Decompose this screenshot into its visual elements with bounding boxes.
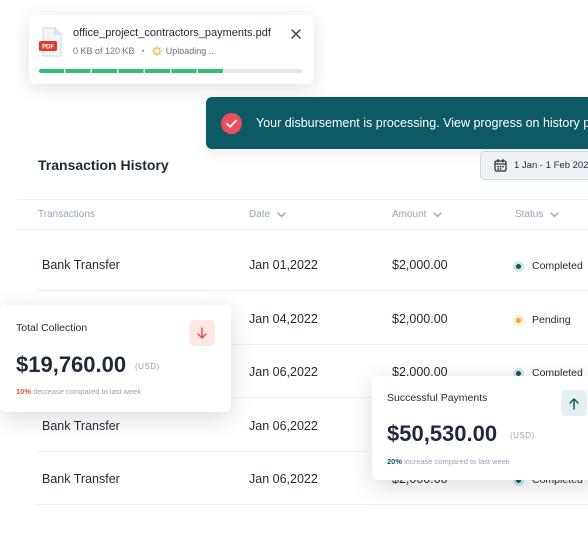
amount-cell: $2,000.00 [392, 312, 448, 326]
arrow-up-icon [569, 397, 579, 410]
toast-message: Your disbursement is processing. View pr… [256, 116, 588, 130]
successful-payments-card: Successful Payments $50,530.00 (USD) 20%… [372, 376, 588, 480]
date-range-label: 1 Jan - 1 Feb 2022 [514, 160, 588, 171]
stat-label: Total Collection [16, 322, 88, 334]
date-cell: Jan 06,2022 [249, 419, 318, 433]
transaction-cell: Bank Transfer [42, 258, 120, 272]
chevron-down-icon [550, 211, 560, 218]
page-title: Transaction History [38, 157, 169, 173]
table-row[interactable]: Bank Transfer Jan 01,2022 $2,000.00 Comp… [36, 237, 588, 291]
stat-change-note: 20% increase compared to last week [387, 457, 510, 466]
status-label: Completed [532, 260, 583, 272]
column-label: Amount [392, 209, 427, 220]
column-label: Date [249, 209, 271, 220]
upload-status: Uploading ... [165, 46, 217, 56]
stat-value: $50,530.00 [387, 421, 498, 446]
check-circle-icon [221, 112, 242, 134]
status-dot [513, 314, 524, 326]
date-cell: Jan 01,2022 [249, 258, 318, 272]
stat-value: $19,760.00 [16, 352, 127, 377]
date-cell: Jan 04,2022 [249, 312, 318, 326]
pdf-badge-text: PDF [42, 45, 54, 51]
arrow-down-icon [197, 326, 207, 339]
upload-meta: 0 KB of 120 KB • Uploading ... [73, 46, 216, 56]
date-cell: Jan 06,2022 [249, 472, 318, 486]
date-range-button[interactable]: 1 Jan - 1 Feb 2022 [480, 151, 588, 180]
amount-cell: $2,000.00 [392, 258, 448, 272]
column-date[interactable]: Date [249, 209, 286, 220]
spinner-icon [151, 46, 162, 56]
date-cell: Jan 06,2022 [249, 365, 318, 379]
chevron-down-icon [433, 211, 443, 218]
change-text: increase compared to last week [404, 457, 510, 466]
column-status[interactable]: Status [515, 209, 560, 220]
chevron-down-icon [277, 211, 286, 218]
change-text: decrease compared to last week [33, 387, 142, 396]
column-transactions: Transactions [38, 209, 95, 220]
pdf-file-icon: PDF [39, 27, 62, 57]
calendar-icon [494, 159, 507, 172]
disbursement-toast[interactable]: Your disbursement is processing. View pr… [206, 97, 588, 149]
status-dot [513, 260, 524, 272]
status-label: Pending [532, 314, 571, 326]
upload-card: PDF office_project_contractors_payments.… [29, 15, 314, 84]
upload-size: 0 KB of 120 KB [73, 46, 135, 56]
stat-label: Successful Payments [387, 392, 488, 404]
meta-separator: • [141, 46, 145, 56]
upload-progress-bar [39, 69, 303, 73]
status-badge: Completed [513, 260, 583, 272]
total-collection-card: Total Collection $19,760.00 (USD) 10% de… [0, 305, 231, 412]
stat-currency: (USD) [510, 431, 535, 440]
close-icon[interactable] [290, 28, 302, 40]
change-percent: 10% [16, 387, 32, 396]
column-label: Status [515, 209, 544, 220]
change-percent: 20% [387, 457, 403, 466]
table-header: Transactions Date Amount Status [17, 199, 588, 230]
trend-up-button[interactable] [561, 390, 587, 416]
transaction-cell: Bank Transfer [42, 472, 120, 486]
stat-change-note: 10% decrease compared to last week [16, 387, 141, 396]
trend-down-button[interactable] [189, 320, 215, 346]
upload-file-name: office_project_contractors_payments.pdf [73, 27, 271, 39]
transaction-cell: Bank Transfer [42, 419, 120, 433]
stat-currency: (USD) [135, 362, 160, 371]
status-badge: Pending [513, 314, 571, 326]
column-amount[interactable]: Amount [392, 209, 443, 220]
upload-progress-fill [39, 69, 224, 73]
column-label: Transactions [38, 209, 95, 220]
